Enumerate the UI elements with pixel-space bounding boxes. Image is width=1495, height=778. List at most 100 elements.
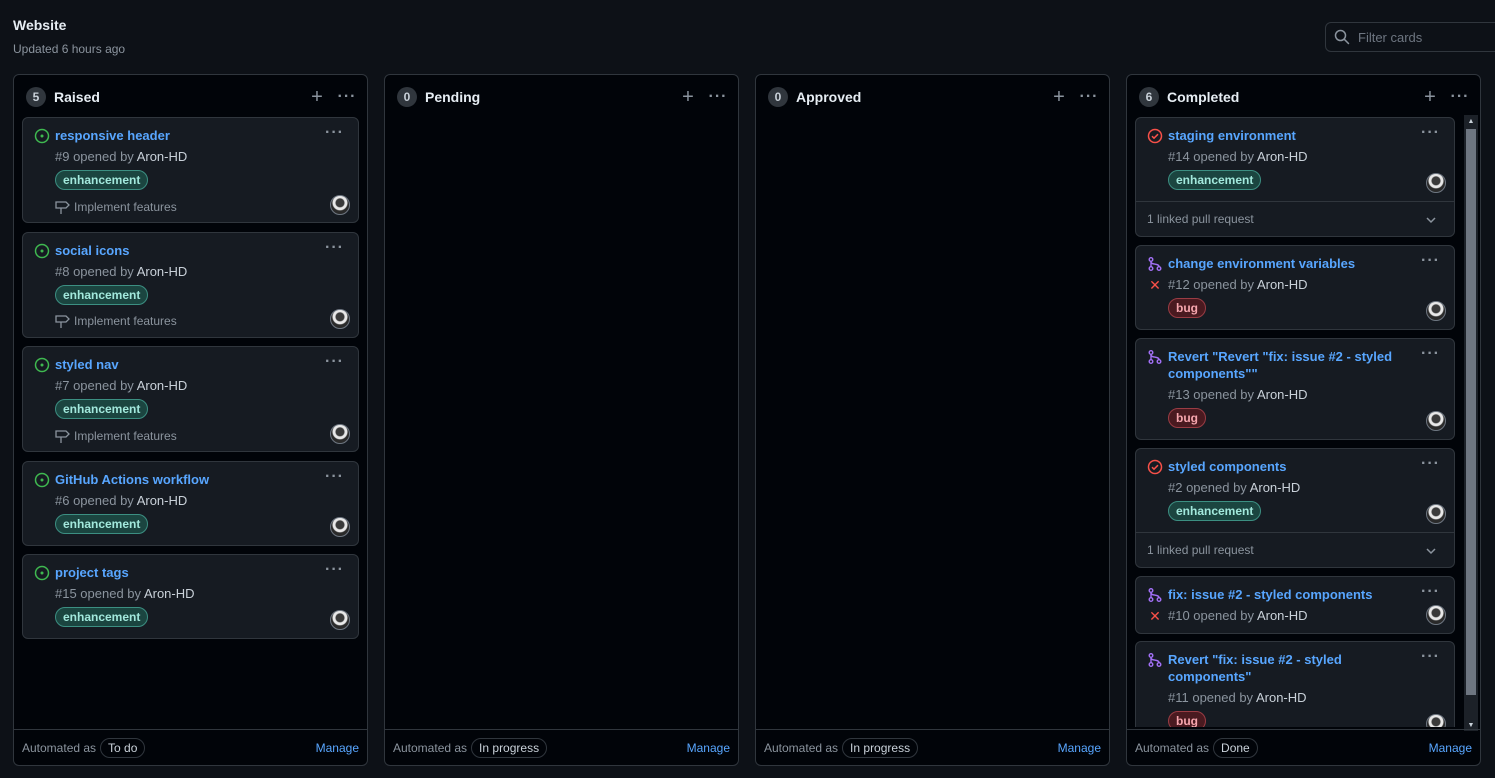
card-author[interactable]: Aron-HD (137, 149, 188, 164)
avatar[interactable] (1426, 411, 1446, 431)
card-title-link[interactable]: staging environment (1168, 127, 1410, 144)
issue-card[interactable]: responsive header ··· #9 opened by Aron-… (22, 117, 359, 223)
label-badge[interactable]: enhancement (55, 170, 149, 190)
issue-card[interactable]: project tags ··· #15 opened by Aron-HD e… (22, 554, 359, 639)
pull-request-icon (1148, 588, 1162, 602)
milestone[interactable]: Implement features (55, 314, 177, 328)
issue-card[interactable]: styled nav ··· #7 opened by Aron-HD enha… (22, 346, 359, 452)
avatar[interactable] (330, 610, 350, 630)
pull-request-card[interactable]: change environment variables ··· ✕ #12 o… (1135, 245, 1455, 330)
column-pending: 0 Pending + ··· Automated as In progress… (384, 74, 739, 766)
card-author[interactable]: Aron-HD (144, 586, 195, 601)
issue-card[interactable]: styled components ··· #2 opened by Aron-… (1135, 448, 1455, 568)
card-title-link[interactable]: styled components (1168, 458, 1410, 475)
card-title-link[interactable]: Revert "fix: issue #2 - styled component… (1168, 651, 1410, 685)
label-badge[interactable]: enhancement (1168, 170, 1262, 190)
card-author[interactable]: Aron-HD (137, 378, 188, 393)
manage-automation-link[interactable]: Manage (687, 741, 730, 755)
manage-automation-link[interactable]: Manage (316, 741, 359, 755)
card-number: #12 opened by (1168, 277, 1255, 292)
pull-request-card[interactable]: fix: issue #2 - styled components ··· ✕ … (1135, 576, 1455, 634)
issue-card[interactable]: staging environment ··· #14 opened by Ar… (1135, 117, 1455, 237)
avatar[interactable] (1426, 714, 1446, 727)
avatar[interactable] (1426, 301, 1446, 321)
card-title-link[interactable]: fix: issue #2 - styled components (1168, 586, 1410, 603)
card-title-link[interactable]: social icons (55, 242, 314, 259)
closed-issue-icon (1147, 459, 1163, 475)
card-author[interactable]: Aron-HD (1257, 149, 1308, 164)
avatar[interactable] (330, 517, 350, 537)
milestone[interactable]: Implement features (55, 200, 177, 214)
milestone[interactable]: Implement features (55, 429, 177, 443)
pull-request-card[interactable]: Revert "fix: issue #2 - styled component… (1135, 641, 1455, 727)
issue-card[interactable]: social icons ··· #8 opened by Aron-HD en… (22, 232, 359, 338)
avatar[interactable] (330, 424, 350, 444)
manage-automation-link[interactable]: Manage (1429, 741, 1472, 755)
filter-cards[interactable] (1325, 22, 1495, 52)
card-title-link[interactable]: responsive header (55, 127, 314, 144)
avatar[interactable] (1426, 605, 1446, 625)
card-title-link[interactable]: Revert "Revert "fix: issue #2 - styled c… (1168, 348, 1410, 382)
card-menu-button[interactable]: ··· (325, 239, 344, 257)
filter-input[interactable] (1358, 29, 1495, 45)
card-author[interactable]: Aron-HD (1250, 480, 1301, 495)
check-failed-icon[interactable]: ✕ (1147, 277, 1163, 293)
card-author[interactable]: Aron-HD (137, 493, 188, 508)
card-menu-button[interactable]: ··· (325, 353, 344, 371)
avatar[interactable] (1426, 504, 1446, 524)
card-meta: #8 opened by Aron-HD (55, 264, 187, 279)
card-author[interactable]: Aron-HD (1257, 608, 1308, 623)
scrollbar-thumb[interactable] (1466, 129, 1476, 695)
scroll-up-icon[interactable]: ▲ (1464, 115, 1478, 127)
automation-badge: In progress (842, 737, 919, 758)
column-menu-button[interactable]: ··· (1450, 88, 1470, 106)
add-card-button[interactable]: + (1049, 87, 1069, 107)
card-title-link[interactable]: project tags (55, 564, 314, 581)
card-menu-button[interactable]: ··· (1421, 252, 1440, 270)
avatar[interactable] (1426, 173, 1446, 193)
label-badge[interactable]: bug (1168, 408, 1206, 428)
column-approved: 0 Approved + ··· Automated as In progres… (755, 74, 1110, 766)
card-menu-button[interactable]: ··· (1421, 455, 1440, 473)
linked-pull-request-toggle[interactable]: 1 linked pull request (1136, 201, 1454, 236)
manage-automation-link[interactable]: Manage (1058, 741, 1101, 755)
add-card-button[interactable]: + (307, 87, 327, 107)
issue-card[interactable]: GitHub Actions workflow ··· #6 opened by… (22, 461, 359, 546)
scrollbar[interactable]: ▲ ▼ (1464, 115, 1478, 731)
open-issue-icon (34, 128, 50, 144)
column-menu-button[interactable]: ··· (708, 88, 728, 106)
card-menu-button[interactable]: ··· (1421, 648, 1440, 666)
label-badge[interactable]: enhancement (55, 514, 149, 534)
label-badge[interactable]: enhancement (55, 285, 149, 305)
card-menu-button[interactable]: ··· (325, 468, 344, 486)
card-number: #14 opened by (1168, 149, 1255, 164)
label-badge[interactable]: enhancement (55, 399, 149, 419)
card-menu-button[interactable]: ··· (1421, 124, 1440, 142)
card-menu-button[interactable]: ··· (325, 561, 344, 579)
label-badge[interactable]: bug (1168, 298, 1206, 318)
card-title-link[interactable]: change environment variables (1168, 255, 1410, 272)
card-author[interactable]: Aron-HD (1257, 387, 1308, 402)
add-card-button[interactable]: + (1420, 87, 1440, 107)
label-badge[interactable]: enhancement (1168, 501, 1262, 521)
column-menu-button[interactable]: ··· (337, 88, 357, 106)
card-author[interactable]: Aron-HD (1256, 690, 1307, 705)
label-badge[interactable]: bug (1168, 711, 1206, 727)
linked-pull-request-toggle[interactable]: 1 linked pull request (1136, 532, 1454, 567)
automated-label: Automated as (393, 740, 468, 755)
card-title-link[interactable]: GitHub Actions workflow (55, 471, 314, 488)
card-author[interactable]: Aron-HD (137, 264, 188, 279)
column-menu-button[interactable]: ··· (1079, 88, 1099, 106)
card-menu-button[interactable]: ··· (325, 124, 344, 142)
card-author[interactable]: Aron-HD (1257, 277, 1308, 292)
add-card-button[interactable]: + (678, 87, 698, 107)
label-badge[interactable]: enhancement (55, 607, 149, 627)
card-title-link[interactable]: styled nav (55, 356, 314, 373)
pull-request-card[interactable]: Revert "Revert "fix: issue #2 - styled c… (1135, 338, 1455, 440)
avatar[interactable] (330, 309, 350, 329)
card-menu-button[interactable]: ··· (1421, 583, 1440, 601)
card-menu-button[interactable]: ··· (1421, 345, 1440, 363)
check-failed-icon[interactable]: ✕ (1147, 608, 1163, 624)
avatar[interactable] (330, 195, 350, 215)
card-number: #10 opened by (1168, 608, 1255, 623)
